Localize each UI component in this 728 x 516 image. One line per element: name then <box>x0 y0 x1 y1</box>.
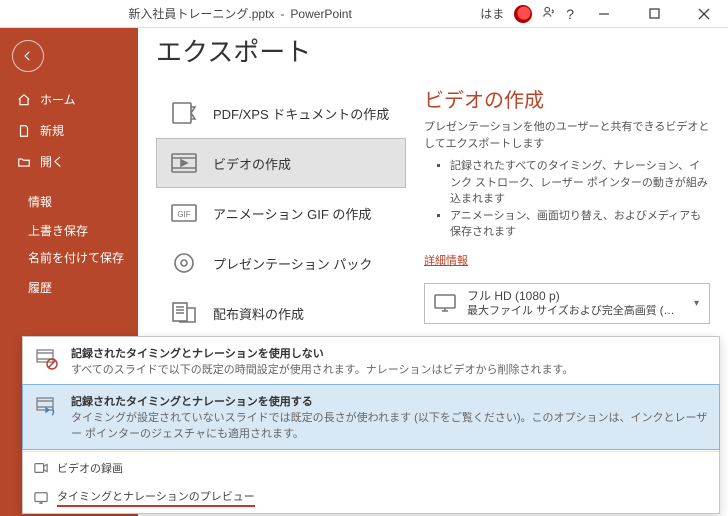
timing-option-no-narration[interactable]: 記録されたタイミングとナレーションを使用しない すべてのスライドで以下の既定の時… <box>23 337 719 385</box>
close-button[interactable] <box>684 0 724 28</box>
svg-text:GIF: GIF <box>177 210 190 219</box>
record-video-action[interactable]: ビデオの録画 <box>23 454 719 482</box>
document-title: 新入社員トレーニング.pptx <box>128 5 274 22</box>
title-bar: 新入社員トレーニング.pptx - PowerPoint はま ? <box>0 0 728 28</box>
export-item-package[interactable]: プレゼンテーション パック <box>156 238 406 288</box>
timing-option-use-narration[interactable]: 記録されたタイミングとナレーションを使用する タイミングが設定されていないスライ… <box>22 384 720 450</box>
sidebar-item-home[interactable]: ホーム <box>0 84 138 115</box>
film-audio-icon <box>33 395 61 419</box>
video-icon <box>167 149 201 177</box>
open-icon <box>16 155 32 169</box>
pdf-icon <box>167 99 201 127</box>
chevron-down-icon: ▾ <box>690 298 703 309</box>
film-mute-icon <box>33 347 61 371</box>
detail-bullets: 記録されたすべてのタイミング、ナレーション、インク ストローク、レーザー ポイン… <box>424 158 710 241</box>
quality-dropdown[interactable]: フル HD (1080 p) 最大ファイル サイズおよび完全高画質 (… ▾ <box>424 283 710 324</box>
sidebar-item-save[interactable]: 上書き保存 <box>0 216 138 245</box>
maximize-button[interactable] <box>634 0 674 28</box>
preview-icon <box>33 491 49 505</box>
help-icon[interactable]: ? <box>566 6 574 22</box>
export-item-label: アニメーション GIF の作成 <box>213 204 371 223</box>
sidebar-item-label: ホーム <box>40 91 76 108</box>
monitor-icon <box>431 291 459 315</box>
gif-icon: GIF <box>167 199 201 227</box>
user-avatar-icon[interactable] <box>514 5 532 23</box>
page-title: エクスポート <box>156 32 311 69</box>
export-item-handouts[interactable]: 配布資料の作成 <box>156 288 406 338</box>
detail-heading: ビデオの作成 <box>424 84 710 113</box>
sidebar-item-history[interactable]: 履歴 <box>0 273 138 302</box>
more-info-link[interactable]: 詳細情報 <box>424 255 468 267</box>
back-button[interactable] <box>12 40 44 72</box>
export-item-gif[interactable]: GIF アニメーション GIF の作成 <box>156 188 406 238</box>
quality-line2: 最大ファイル サイズおよび完全高画質 (… <box>467 304 682 319</box>
handouts-icon <box>167 299 201 327</box>
minimize-button[interactable] <box>584 0 624 28</box>
export-item-video[interactable]: ビデオの作成 <box>156 138 406 188</box>
sidebar-item-open[interactable]: 開く <box>0 146 138 177</box>
export-item-label: PDF/XPS ドキュメントの作成 <box>213 104 389 123</box>
export-item-pdf[interactable]: PDF/XPS ドキュメントの作成 <box>156 88 406 138</box>
package-icon <box>167 249 201 277</box>
preview-timing-action[interactable]: タイミングとナレーションのプレビュー <box>23 482 719 513</box>
export-item-label: 配布資料の作成 <box>213 304 304 323</box>
home-icon <box>16 93 32 107</box>
app-name: PowerPoint <box>290 7 351 21</box>
detail-description: プレゼンテーションを他のユーザーと共有できるビデオとしてエクスポートします <box>424 119 710 152</box>
sidebar-item-label: 開く <box>40 153 64 170</box>
separator <box>23 451 719 452</box>
sidebar-item-saveas[interactable]: 名前を付けて保存 <box>0 245 138 273</box>
sidebar-item-new[interactable]: 新規 <box>0 115 138 146</box>
user-name: はま <box>480 5 504 22</box>
record-icon <box>33 461 49 475</box>
voice-icon[interactable] <box>542 5 556 22</box>
new-icon <box>16 124 32 138</box>
sidebar-item-info[interactable]: 情報 <box>0 187 138 216</box>
sidebar-item-label: 新規 <box>40 122 64 139</box>
timing-options-popup: 記録されたタイミングとナレーションを使用しない すべてのスライドで以下の既定の時… <box>22 336 720 514</box>
export-item-label: ビデオの作成 <box>213 154 291 173</box>
quality-line1: フル HD (1080 p) <box>467 288 682 304</box>
export-item-label: プレゼンテーション パック <box>213 254 372 273</box>
